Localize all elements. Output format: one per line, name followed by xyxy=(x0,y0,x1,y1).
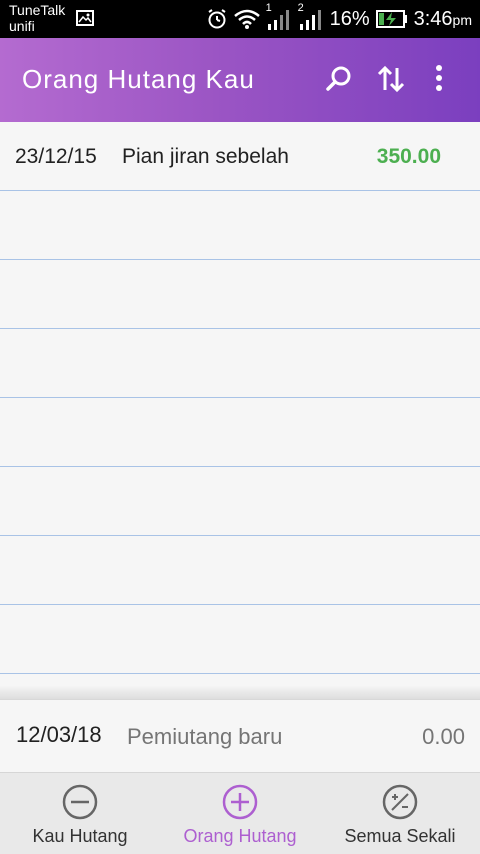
more-options-button[interactable] xyxy=(422,62,456,96)
new-entry-date[interactable]: 12/03/18 xyxy=(16,722,102,748)
gallery-notification-icon xyxy=(76,10,94,26)
new-creditor-input[interactable] xyxy=(127,724,377,750)
signal-sim1-icon: 1 xyxy=(266,2,292,32)
item-description: Pian jiran sebelah xyxy=(122,145,289,168)
list-item xyxy=(0,398,480,467)
tab-orang-hutang[interactable]: Orang Hutang xyxy=(160,773,320,854)
search-icon xyxy=(326,66,351,91)
tab-label: Kau Hutang xyxy=(32,826,128,846)
sort-icon xyxy=(377,65,405,93)
battery-charging-icon xyxy=(375,10,407,28)
list-item xyxy=(0,191,480,260)
minus-circle-icon xyxy=(62,784,98,820)
plus-circle-icon xyxy=(222,784,258,820)
status-bar: TuneTalk unifi 1 2 16% 3:46pm xyxy=(0,0,480,38)
new-entry-row: 12/03/18 xyxy=(0,699,480,772)
clock-suffix: pm xyxy=(452,11,472,28)
tab-kau-hutang[interactable]: Kau Hutang xyxy=(0,773,160,854)
app-bar: Orang Hutang Kau xyxy=(0,38,480,122)
new-amount-input[interactable] xyxy=(385,724,465,750)
battery-percent: 16% xyxy=(329,7,370,30)
percent-circle-icon xyxy=(382,784,418,820)
list-item xyxy=(0,467,480,536)
tab-label: Semua Sekali xyxy=(344,826,456,846)
bottom-tab-bar: Kau Hutang Orang Hutang Semua Sekali xyxy=(0,772,480,854)
list-bottom-shadow xyxy=(0,685,480,699)
carrier-label: TuneTalk unifi xyxy=(9,2,65,34)
sort-button[interactable] xyxy=(374,62,408,96)
item-date: 23/12/15 xyxy=(15,145,97,168)
signal-sim2-icon: 2 xyxy=(298,2,324,32)
list-item xyxy=(0,536,480,605)
carrier-network: unifi xyxy=(9,18,35,34)
alarm-icon xyxy=(208,9,226,29)
app-title: Orang Hutang Kau xyxy=(22,64,255,94)
tab-semua-sekali[interactable]: Semua Sekali xyxy=(320,773,480,854)
clock-time: 3:46 xyxy=(413,7,453,30)
clock: 3:46pm xyxy=(414,8,472,31)
list-item xyxy=(0,605,480,674)
list-item xyxy=(0,260,480,329)
carrier-name: TuneTalk xyxy=(9,2,66,18)
more-vert-icon xyxy=(436,65,442,91)
tab-label: Orang Hutang xyxy=(183,826,297,846)
wifi-icon xyxy=(233,9,260,29)
list-item xyxy=(0,329,480,398)
list-item[interactable]: 23/12/15 Pian jiran sebelah 350.00 xyxy=(0,122,480,191)
search-button[interactable] xyxy=(322,62,356,96)
debt-list: 23/12/15 Pian jiran sebelah 350.00 xyxy=(0,122,480,700)
status-icons: 1 2 16% 3:46pm xyxy=(206,0,472,38)
item-amount: 350.00 xyxy=(376,145,441,168)
